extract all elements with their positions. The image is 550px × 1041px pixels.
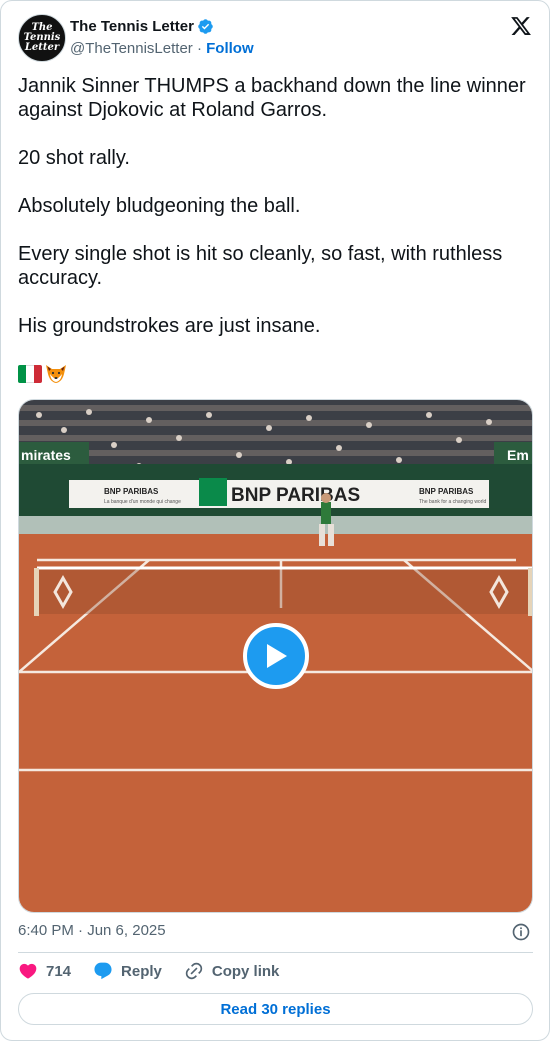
like-button[interactable]: 714 (18, 961, 71, 981)
emoji-row (18, 362, 68, 386)
avatar[interactable]: The Tennis Letter (18, 14, 66, 62)
sponsor-main-text: BNP PARIBAS (231, 485, 360, 506)
link-icon (185, 962, 203, 980)
sponsor-tag-left-name: BNP PARIBAS (104, 487, 159, 496)
fox-face-icon (46, 365, 66, 383)
play-icon (267, 644, 287, 668)
copy-link-label: Copy link (211, 962, 280, 980)
separator-dot: · (196, 40, 207, 57)
tweet-timestamp[interactable]: 6:40 PM · Jun 6, 2025 (18, 922, 166, 939)
author-handle[interactable]: @TheTennisLetter (70, 40, 193, 57)
avatar-line-3: Letter (24, 42, 60, 53)
follow-button[interactable]: Follow (206, 40, 254, 57)
banner-right-text: Em (507, 447, 529, 463)
banner-left-text: mirates (21, 447, 71, 463)
sponsor-tag-right-name: BNP PARIBAS (419, 487, 474, 496)
reply-bubble-icon (94, 962, 112, 980)
verified-badge-icon (198, 19, 213, 34)
action-bar: 714 Reply Copy link (18, 961, 301, 981)
author-name[interactable]: The Tennis Letter (70, 18, 194, 35)
tweet-text: Jannik Sinner THUMPS a backhand down the… (18, 75, 526, 337)
reply-label: Reply (121, 962, 162, 980)
divider (18, 952, 533, 953)
italy-flag-icon (18, 365, 42, 383)
sponsor-tag-left: La banque d'un monde qui change (104, 499, 181, 505)
handle-row: @TheTennisLetter · Follow (70, 40, 254, 57)
copy-link-button[interactable]: Copy link (184, 961, 280, 981)
author-name-row[interactable]: The Tennis Letter (70, 18, 214, 35)
like-count: 714 (46, 962, 72, 980)
video-player[interactable]: mirates Em BNP PARIBAS BNP PARIBAS La ba… (18, 399, 533, 913)
x-logo-icon[interactable] (510, 15, 532, 37)
tweet-card: The Tennis Letter The Tennis Letter @The… (0, 0, 550, 1041)
read-replies-button[interactable]: Read 30 replies (18, 993, 533, 1025)
play-button[interactable] (243, 623, 309, 689)
sponsor-tag-right: The bank for a changing world (419, 499, 486, 505)
reply-button[interactable]: Reply (93, 961, 162, 981)
info-icon[interactable] (511, 922, 531, 942)
heart-icon (19, 963, 37, 979)
